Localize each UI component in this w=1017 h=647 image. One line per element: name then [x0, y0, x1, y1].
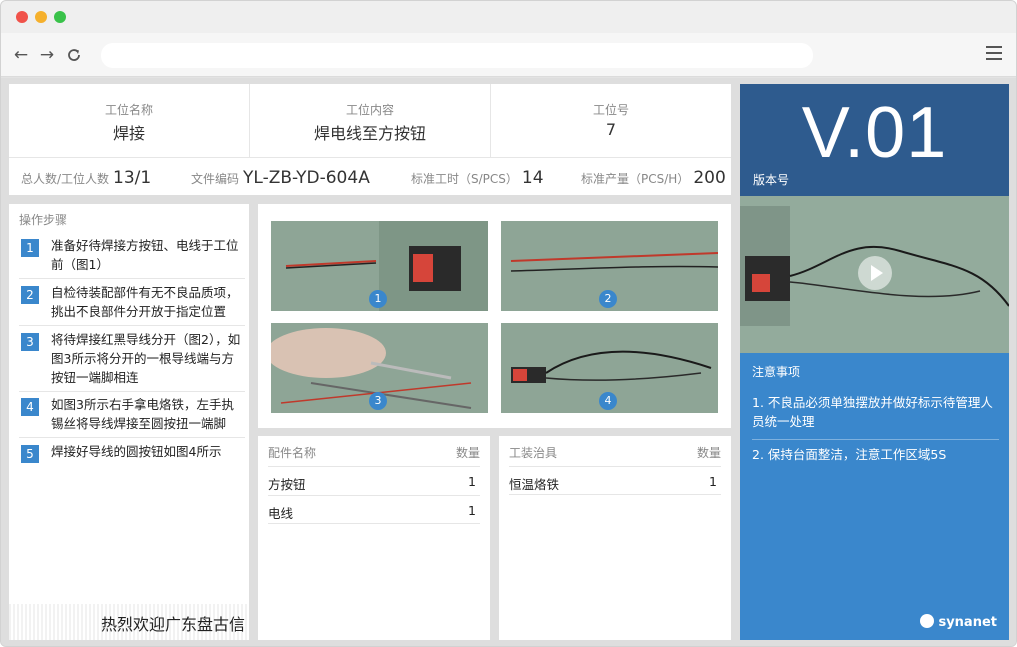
- step-text: 如图3所示右手拿电烙铁，左手执锡丝将导线焊接至圆按扭一端脚: [51, 397, 234, 431]
- station-content-cell: 工位内容 焊电线至方按钮: [250, 84, 491, 158]
- step-photo-4[interactable]: 4: [501, 323, 718, 413]
- step-item: 1 准备好待焊接方按钮、电线于工位前（图1）: [19, 236, 245, 279]
- std-time-label: 标准工时（S/PCS）: [411, 172, 518, 186]
- tools-qty-header: 数量: [696, 446, 721, 460]
- std-output-label: 标准产量（PCS/H）: [581, 172, 690, 186]
- brand-name: synanet: [938, 615, 997, 630]
- maximize-window-button[interactable]: [54, 11, 66, 23]
- part-qty: 1: [468, 474, 476, 489]
- brand-logo: synanet: [920, 614, 997, 630]
- step-text: 焊接好导线的圆按钮如图4所示: [51, 444, 222, 459]
- notes-panel: 注意事项 1. 不良品必须单独摆放并做好标示待管理人员统一处理 2. 保持台面整…: [740, 353, 1009, 640]
- step-text: 将待焊接红黑导线分开（图2），如图3所示将分开的一根导线端与方按钮一端脚相连: [51, 332, 241, 385]
- step-photo-2[interactable]: 2: [501, 221, 718, 311]
- step-number: 3: [21, 333, 39, 351]
- metrics-row: 总人数/工位人数 13/1 文件编码 YL-ZB-YD-604A 标准工时（S/PC…: [9, 158, 731, 195]
- version-number: V.01: [801, 93, 948, 173]
- station-name-label: 工位名称: [104, 103, 153, 117]
- video-player[interactable]: [740, 196, 1009, 353]
- photo-badge: 4: [599, 392, 617, 410]
- parts-panel: 配件名称 数量 方按钮 1 电线 1: [258, 436, 490, 640]
- hamburger-menu-icon[interactable]: [986, 46, 1002, 62]
- note-item: 1. 不良品必须单独摆放并做好标示待管理人员统一处理: [752, 393, 999, 440]
- station-content-label: 工位内容: [345, 103, 394, 117]
- step-item: 4 如图3所示右手拿电烙铁，左手执锡丝将导线焊接至圆按扭一端脚: [19, 395, 245, 438]
- title-bar: [1, 1, 1016, 33]
- tool-name: 恒温烙铁: [509, 477, 560, 492]
- step-item: 3 将待焊接红黑导线分开（图2），如图3所示将分开的一根导线端与方按钮一端脚相连: [19, 330, 245, 392]
- total-people-metric: 总人数/工位人数 13/1: [21, 168, 151, 188]
- doc-code-metric: 文件编码 YL-ZB-YD-604A: [191, 168, 370, 188]
- step-item: 5 焊接好导线的圆按钮如图4所示: [19, 442, 245, 465]
- close-window-button[interactable]: [16, 11, 28, 23]
- station-number-value: 7: [605, 120, 617, 139]
- step-text: 准备好待焊接方按钮、电线于工位前（图1）: [51, 238, 239, 272]
- std-time-value: 14: [521, 168, 544, 188]
- table-row: 方按钮 1: [268, 466, 480, 495]
- std-output-metric: 标准产量（PCS/H） 200: [581, 168, 726, 188]
- station-name-value: 焊接: [112, 124, 145, 143]
- doc-code-label: 文件编码: [191, 172, 240, 186]
- total-people-label: 总人数/工位人数: [21, 172, 110, 186]
- std-output-value: 200: [693, 168, 726, 188]
- step-number: 4: [21, 398, 39, 416]
- browser-toolbar: ← →: [1, 33, 1016, 77]
- photo-badge: 1: [369, 290, 387, 308]
- note-item: 2. 保持台面整洁，注意工作区域5S: [752, 447, 947, 462]
- work-instruction-board: 工位名称 焊接 工位内容 焊电线至方按钮 工位号 7 总人数/工位人数 13/1 …: [1, 78, 1016, 646]
- station-content-value: 焊电线至方按钮: [313, 124, 426, 143]
- tool-qty: 1: [709, 474, 717, 489]
- tools-panel: 工装治具 数量 恒温烙铁 1: [499, 436, 731, 640]
- photos-panel: 1 2 3 4: [258, 204, 731, 428]
- browser-window: ← → 工位名称 焊接 工位内容 焊电线至方按钮 工位号 7 总人数/工位人数 …: [0, 0, 1017, 647]
- tools-header: 工装治具 数量: [509, 444, 721, 464]
- step-photo-1[interactable]: 1: [271, 221, 488, 311]
- step-text: 自检待装配部件有无不良品质项，挑出不良部件分开放于指定位置: [51, 285, 239, 319]
- welcome-marquee: 热烈欢迎广东盘古信: [9, 604, 249, 640]
- part-name: 电线: [268, 506, 294, 521]
- address-bar[interactable]: [101, 43, 813, 68]
- step-number: 5: [21, 445, 39, 463]
- forward-arrow-icon[interactable]: →: [37, 45, 57, 65]
- minimize-window-button[interactable]: [35, 11, 47, 23]
- station-number-cell: 工位号 7: [491, 84, 731, 158]
- version-panel: V.01 版本号: [740, 84, 1009, 196]
- photo-badge: 2: [599, 290, 617, 308]
- step-number: 1: [21, 239, 39, 257]
- parts-name-header: 配件名称: [268, 446, 317, 460]
- part-qty: 1: [468, 503, 476, 518]
- part-name: 方按钮: [268, 477, 306, 492]
- doc-code-value: YL-ZB-YD-604A: [243, 168, 370, 188]
- reload-icon[interactable]: [64, 45, 84, 65]
- step-number: 2: [21, 286, 39, 304]
- parts-header: 配件名称 数量: [268, 444, 480, 464]
- std-time-metric: 标准工时（S/PCS） 14: [411, 168, 544, 188]
- total-people-value: 13/1: [113, 168, 152, 188]
- synanet-logo-icon: [920, 614, 935, 628]
- notes-title: 注意事项: [752, 365, 801, 379]
- station-info-panel: 工位名称 焊接 工位内容 焊电线至方按钮 工位号 7 总人数/工位人数 13/1 …: [9, 84, 731, 195]
- step-item: 2 自检待装配部件有无不良品质项，挑出不良部件分开放于指定位置: [19, 283, 245, 326]
- station-number-label: 工位号: [592, 103, 629, 117]
- back-arrow-icon[interactable]: ←: [11, 45, 31, 65]
- photo-badge: 3: [369, 392, 387, 410]
- steps-title: 操作步骤: [19, 213, 68, 227]
- table-row: 恒温烙铁 1: [509, 466, 721, 495]
- marquee-text: 热烈欢迎广东盘古信: [101, 615, 246, 634]
- steps-panel: 操作步骤 1 准备好待焊接方按钮、电线于工位前（图1） 2 自检待装配部件有无不…: [9, 204, 249, 640]
- play-icon[interactable]: [858, 256, 892, 290]
- station-name-cell: 工位名称 焊接: [9, 84, 250, 158]
- tools-name-header: 工装治具: [509, 446, 558, 460]
- table-row: 电线 1: [268, 495, 480, 524]
- version-label: 版本号: [753, 173, 790, 187]
- parts-qty-header: 数量: [455, 446, 480, 460]
- step-photo-3[interactable]: 3: [271, 323, 488, 413]
